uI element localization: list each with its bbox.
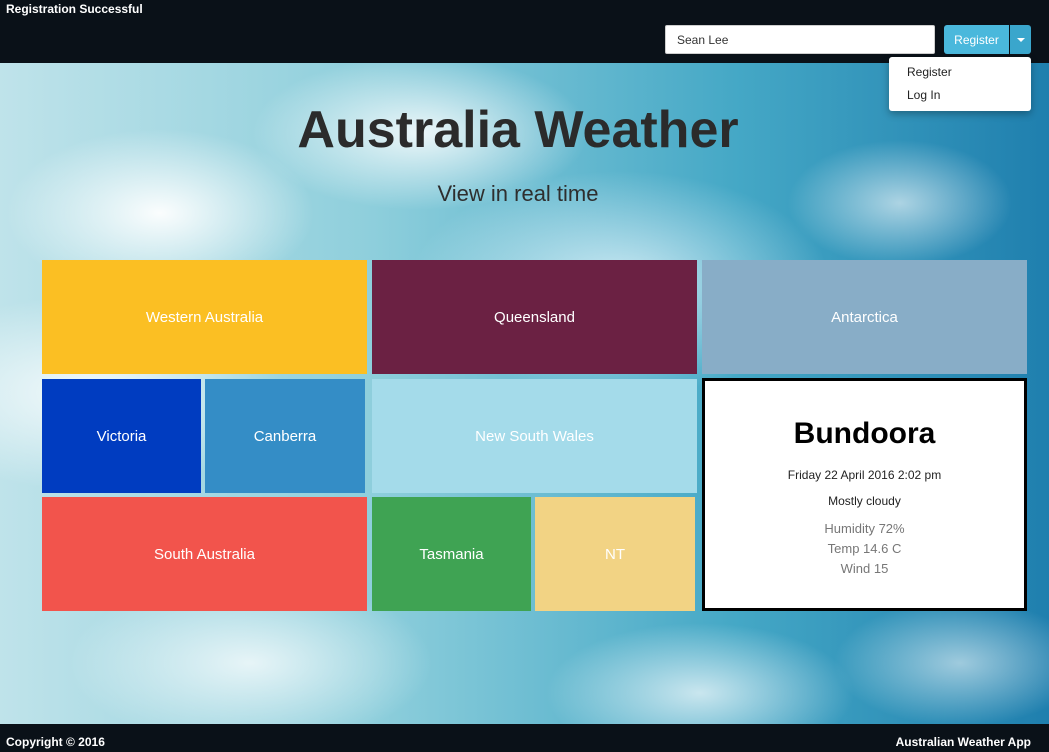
weather-humidity: Humidity 72%: [824, 521, 905, 536]
weather-city: Bundoora: [793, 417, 936, 450]
weather-temp: Temp 14.6 C: [827, 541, 902, 556]
status-message: Registration Successful: [6, 2, 143, 16]
tile-queensland[interactable]: Queensland: [372, 260, 697, 374]
weather-wind: Wind 15: [840, 561, 889, 576]
footer-app-name: Australian Weather App: [895, 735, 1031, 749]
name-input[interactable]: [665, 25, 935, 54]
tile-victoria[interactable]: Victoria: [42, 379, 201, 493]
tile-new-south-wales[interactable]: New South Wales: [372, 379, 697, 493]
weather-datetime: Friday 22 April 2016 2:02 pm: [787, 468, 942, 482]
tile-south-australia[interactable]: South Australia: [42, 497, 367, 611]
tile-canberra[interactable]: Canberra: [205, 379, 365, 493]
weather-condition: Mostly cloudy: [828, 494, 901, 508]
tile-tasmania[interactable]: Tasmania: [372, 497, 531, 611]
top-bar: Registration Successful Register: [0, 0, 1049, 63]
caret-down-icon: [1016, 37, 1025, 42]
register-button[interactable]: Register: [944, 25, 1009, 54]
tile-western-australia[interactable]: Western Australia: [42, 260, 367, 374]
weather-card: Bundoora Friday 22 April 2016 2:02 pm Mo…: [702, 378, 1027, 611]
tile-antarctica[interactable]: Antarctica: [702, 260, 1027, 374]
dropdown-item-register[interactable]: Register: [907, 65, 952, 79]
page-subtitle: View in real time: [437, 181, 599, 206]
footer: Copyright © 2016 Australian Weather App: [0, 724, 1049, 752]
tile-nt[interactable]: NT: [535, 497, 695, 611]
page-title: Australia Weather: [297, 101, 739, 159]
footer-copyright: Copyright © 2016: [6, 735, 105, 749]
register-dropdown-toggle[interactable]: [1010, 25, 1031, 54]
